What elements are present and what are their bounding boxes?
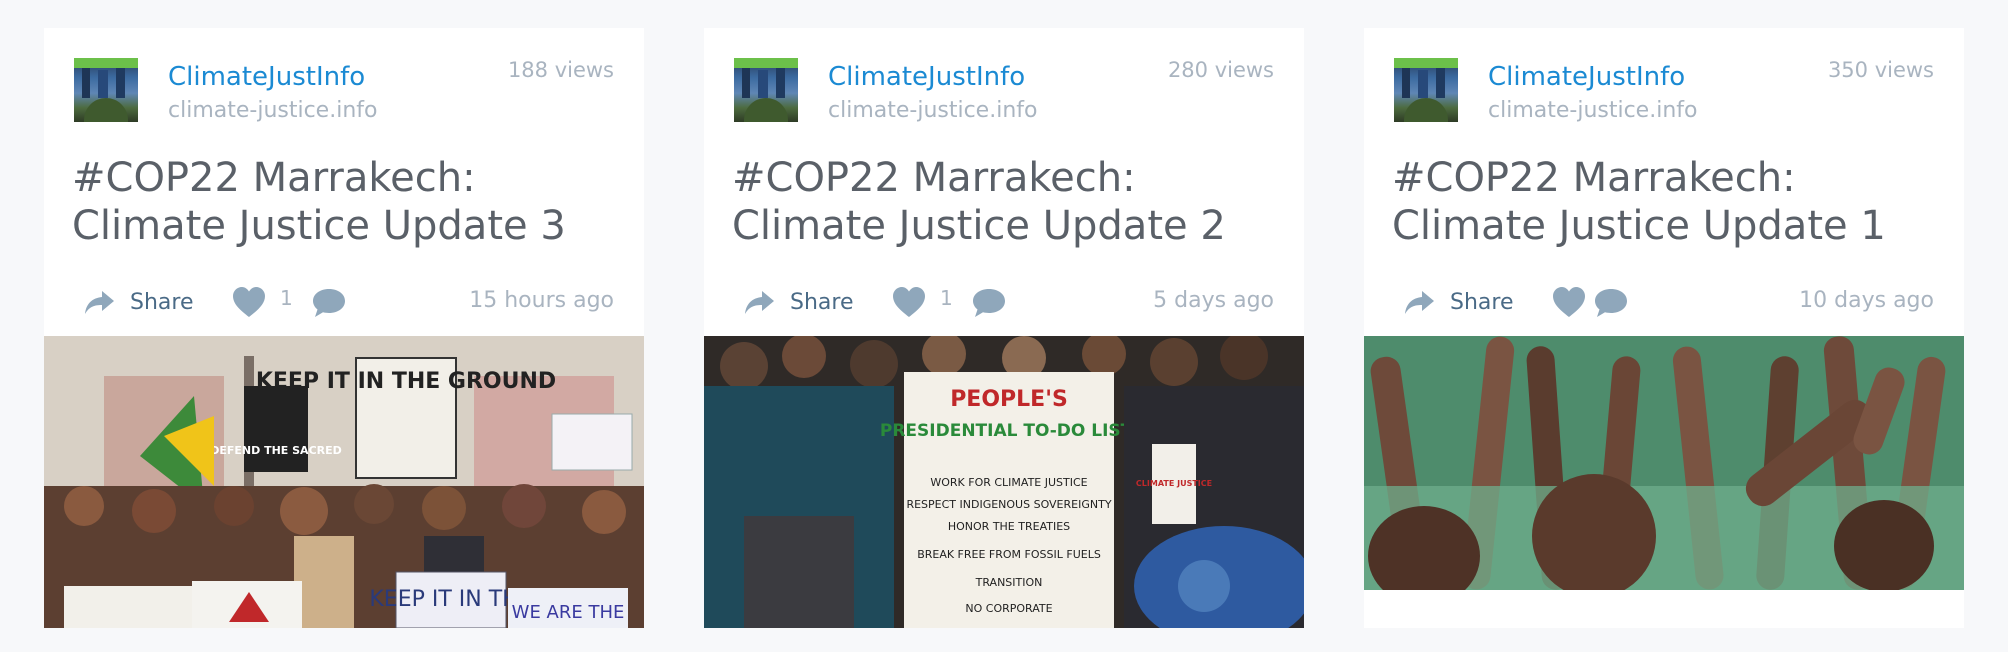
post-image[interactable] (1364, 336, 1964, 590)
post-title[interactable]: #COP22 Marrakech: Climate Justice Update… (1392, 154, 1942, 250)
banner-photo: PEOPLE'S PRESIDENTIAL TO-DO LIST: WORK F… (704, 336, 1304, 628)
share-button[interactable]: Share (744, 280, 854, 324)
heart-icon[interactable] (892, 286, 926, 318)
post-card[interactable]: ClimateJustInfo climate-justice.info 350… (1364, 28, 1964, 628)
post-image[interactable]: KEEP IT IN THE GROUND DEFEND THE SACRED (44, 336, 644, 628)
card-header: ClimateJustInfo climate-justice.info 188… (74, 58, 614, 123)
post-title[interactable]: #COP22 Marrakech: Climate Justice Update… (732, 154, 1282, 250)
time-ago: 5 days ago (1153, 288, 1274, 313)
action-bar: Share 10 days ago (1394, 280, 1934, 324)
banner-line: HONOR THE TREATIES (948, 520, 1070, 533)
banner-subheading: PRESIDENTIAL TO-DO LIST: (880, 421, 1138, 441)
view-count: 188 views (507, 58, 614, 82)
source-domain: climate-justice.info (1488, 98, 1698, 123)
share-button[interactable]: Share (1404, 280, 1514, 324)
post-image[interactable]: PEOPLE'S PRESIDENTIAL TO-DO LIST: WORK F… (704, 336, 1304, 628)
banner-text: WE ARE THE (512, 602, 625, 623)
avatar[interactable] (74, 58, 138, 122)
avatar[interactable] (734, 58, 798, 122)
speech-bubble-icon[interactable] (972, 288, 1006, 318)
banner-line: NO CORPORATE (965, 602, 1052, 615)
like-count: 1 (940, 286, 953, 310)
share-label: Share (790, 289, 854, 315)
card-header: ClimateJustInfo climate-justice.info 280… (734, 58, 1274, 123)
speech-bubble-icon[interactable] (1594, 288, 1628, 318)
action-bar: Share 1 5 days ago (734, 280, 1274, 324)
share-arrow-icon (1405, 291, 1434, 314)
card-header: ClimateJustInfo climate-justice.info 350… (1394, 58, 1934, 123)
share-arrow-icon (85, 291, 114, 314)
banner-line: RESPECT INDIGENOUS SOVEREIGNTY (906, 498, 1111, 511)
source-name-link[interactable]: ClimateJustInfo (1488, 62, 1685, 92)
time-ago: 10 days ago (1799, 288, 1934, 313)
share-label: Share (1450, 289, 1514, 315)
protest-photo: KEEP IT IN THE GROUND DEFEND THE SACRED (44, 336, 644, 628)
avatar[interactable] (1394, 58, 1458, 122)
source-name-link[interactable]: ClimateJustInfo (168, 62, 365, 92)
source-domain: climate-justice.info (168, 98, 378, 123)
speech-bubble-icon[interactable] (312, 288, 346, 318)
action-bar: Share 1 15 hours ago (74, 280, 614, 324)
post-card[interactable]: ClimateJustInfo climate-justice.info 188… (44, 28, 644, 628)
banner-line: BREAK FREE FROM FOSSIL FUELS (917, 548, 1101, 561)
view-count: 350 views (1827, 58, 1934, 82)
card-grid: ClimateJustInfo climate-justice.info 188… (0, 0, 2008, 652)
post-card[interactable]: ClimateJustInfo climate-justice.info 280… (704, 28, 1304, 628)
raised-hands-photo (1364, 336, 1964, 590)
time-ago: 15 hours ago (469, 288, 614, 313)
sign-text: CLIMATE JUSTICE (1136, 479, 1212, 488)
share-arrow-icon (745, 291, 774, 314)
share-button[interactable]: Share (84, 280, 194, 324)
sign-text: DEFEND THE SACRED (210, 444, 342, 457)
banner-line: TRANSITION (975, 576, 1043, 589)
post-title[interactable]: #COP22 Marrakech: Climate Justice Update… (72, 154, 622, 250)
heart-icon[interactable] (1552, 286, 1586, 318)
source-domain: climate-justice.info (828, 98, 1038, 123)
banner-line: WORK FOR CLIMATE JUSTICE (930, 476, 1087, 489)
banner-heading: PEOPLE'S (950, 387, 1068, 412)
heart-icon[interactable] (232, 286, 266, 318)
view-count: 280 views (1167, 58, 1274, 82)
source-name-link[interactable]: ClimateJustInfo (828, 62, 1025, 92)
share-label: Share (130, 289, 194, 315)
like-count: 1 (280, 286, 293, 310)
